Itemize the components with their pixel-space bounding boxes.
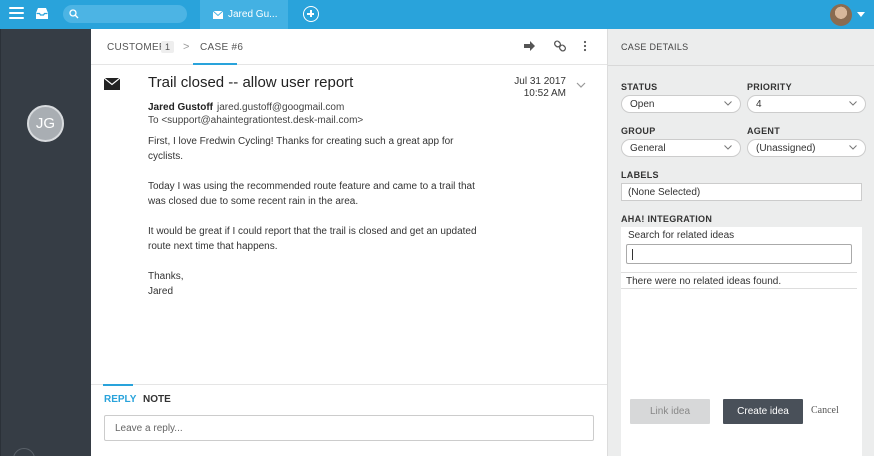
link-idea-button[interactable]: Link idea (630, 399, 710, 424)
status-label: STATUS (621, 82, 658, 92)
sidebar-bottom-icon[interactable] (13, 448, 35, 456)
search-icon (69, 9, 79, 19)
priority-select[interactable]: 4 (747, 95, 866, 113)
sender-name: Jared Gustoff (148, 102, 214, 113)
message-date: Jul 31 2017 (514, 76, 566, 87)
message-timestamp: Jul 31 2017 10:52 AM (501, 76, 566, 100)
chevron-down-icon (724, 145, 732, 150)
more-icon[interactable] (583, 40, 587, 52)
chevron-down-icon (849, 101, 857, 106)
agent-select[interactable]: (Unassigned) (747, 139, 866, 157)
breadcrumb-case[interactable]: CASE #6 (200, 42, 243, 53)
chevron-down-icon (724, 101, 732, 106)
agent-label: AGENT (747, 126, 780, 136)
case-details-panel: CASE DETAILS STATUS Open PRIORITY 4 GROU… (607, 29, 874, 456)
divider (621, 272, 857, 273)
case-main: CUSTOMER 1 > CASE #6 Trail closed -- all… (91, 29, 607, 456)
message-paragraph: First, I love Fredwin Cycling! Thanks fo… (148, 136, 454, 162)
aha-integration-box: Search for related ideas There were no r… (621, 227, 862, 456)
group-label: GROUP (621, 126, 656, 136)
customer-count-badge: 1 (161, 41, 175, 53)
top-bar: Jared Gu... (0, 0, 874, 29)
user-avatar[interactable] (830, 4, 852, 26)
tab-reply-indicator (103, 384, 133, 386)
message-time: 10:52 AM (523, 88, 566, 99)
aha-integration-label: AHA! INTEGRATION (621, 214, 713, 224)
priority-label: PRIORITY (747, 82, 792, 92)
message-paragraph: It would be great if I could report that… (148, 226, 477, 252)
message-paragraph: Thanks, (148, 271, 184, 282)
divider (608, 65, 874, 66)
link-icon[interactable] (554, 40, 566, 52)
left-sidebar: JG (0, 29, 91, 456)
case-details-title: CASE DETAILS (621, 42, 689, 52)
aha-search-input[interactable] (626, 244, 852, 264)
search-field[interactable] (63, 5, 187, 23)
reply-input[interactable] (104, 415, 594, 441)
add-tab-icon[interactable] (303, 6, 319, 22)
labels-field[interactable]: (None Selected) (621, 183, 862, 201)
group-select[interactable]: General (621, 139, 741, 157)
chevron-down-icon[interactable] (576, 82, 586, 88)
reply-tabs: REPLY NOTE (91, 384, 607, 409)
chevron-down-icon (849, 145, 857, 150)
message-to: To <support@ahaintegrationtest.desk-mail… (148, 115, 364, 126)
cancel-link[interactable]: Cancel (811, 405, 839, 416)
menu-icon[interactable] (9, 7, 24, 20)
agent-value: (Unassigned) (756, 143, 816, 154)
status-value: Open (630, 99, 655, 110)
labels-label: LABELS (621, 170, 659, 180)
email-icon (104, 78, 120, 90)
message-paragraph: Today I was using the recommended route … (148, 181, 475, 207)
customer-avatar[interactable]: JG (27, 105, 64, 142)
tab-jared-gustoff[interactable]: Jared Gu... (200, 0, 288, 29)
status-select[interactable]: Open (621, 95, 741, 113)
aha-empty-message: There were no related ideas found. (626, 276, 782, 287)
priority-value: 4 (756, 99, 762, 110)
breadcrumb: CUSTOMER 1 > CASE #6 (91, 29, 607, 65)
aha-search-label: Search for related ideas (628, 230, 735, 241)
breadcrumb-customer[interactable]: CUSTOMER (107, 42, 166, 53)
envelope-icon (213, 11, 223, 19)
inbox-icon[interactable] (35, 7, 49, 20)
forward-icon[interactable] (524, 40, 536, 52)
sender-email: jared.gustoff@googmail.com (217, 102, 345, 113)
tab-reply[interactable]: REPLY (104, 394, 136, 405)
message-from: Jared Gustoff jared.gustoff@googmail.com (148, 102, 344, 113)
create-idea-button[interactable]: Create idea (723, 399, 803, 424)
group-value: General (630, 143, 666, 154)
chevron-down-icon[interactable] (857, 12, 865, 17)
breadcrumb-separator: > (183, 41, 190, 53)
text-cursor (632, 249, 633, 260)
breadcrumb-active-indicator (193, 63, 237, 65)
message-paragraph: Jared (148, 286, 174, 297)
message-subject: Trail closed -- allow user report (148, 74, 354, 91)
divider (621, 288, 857, 289)
tab-note[interactable]: NOTE (143, 394, 171, 405)
tab-label: Jared Gu... (228, 9, 278, 20)
